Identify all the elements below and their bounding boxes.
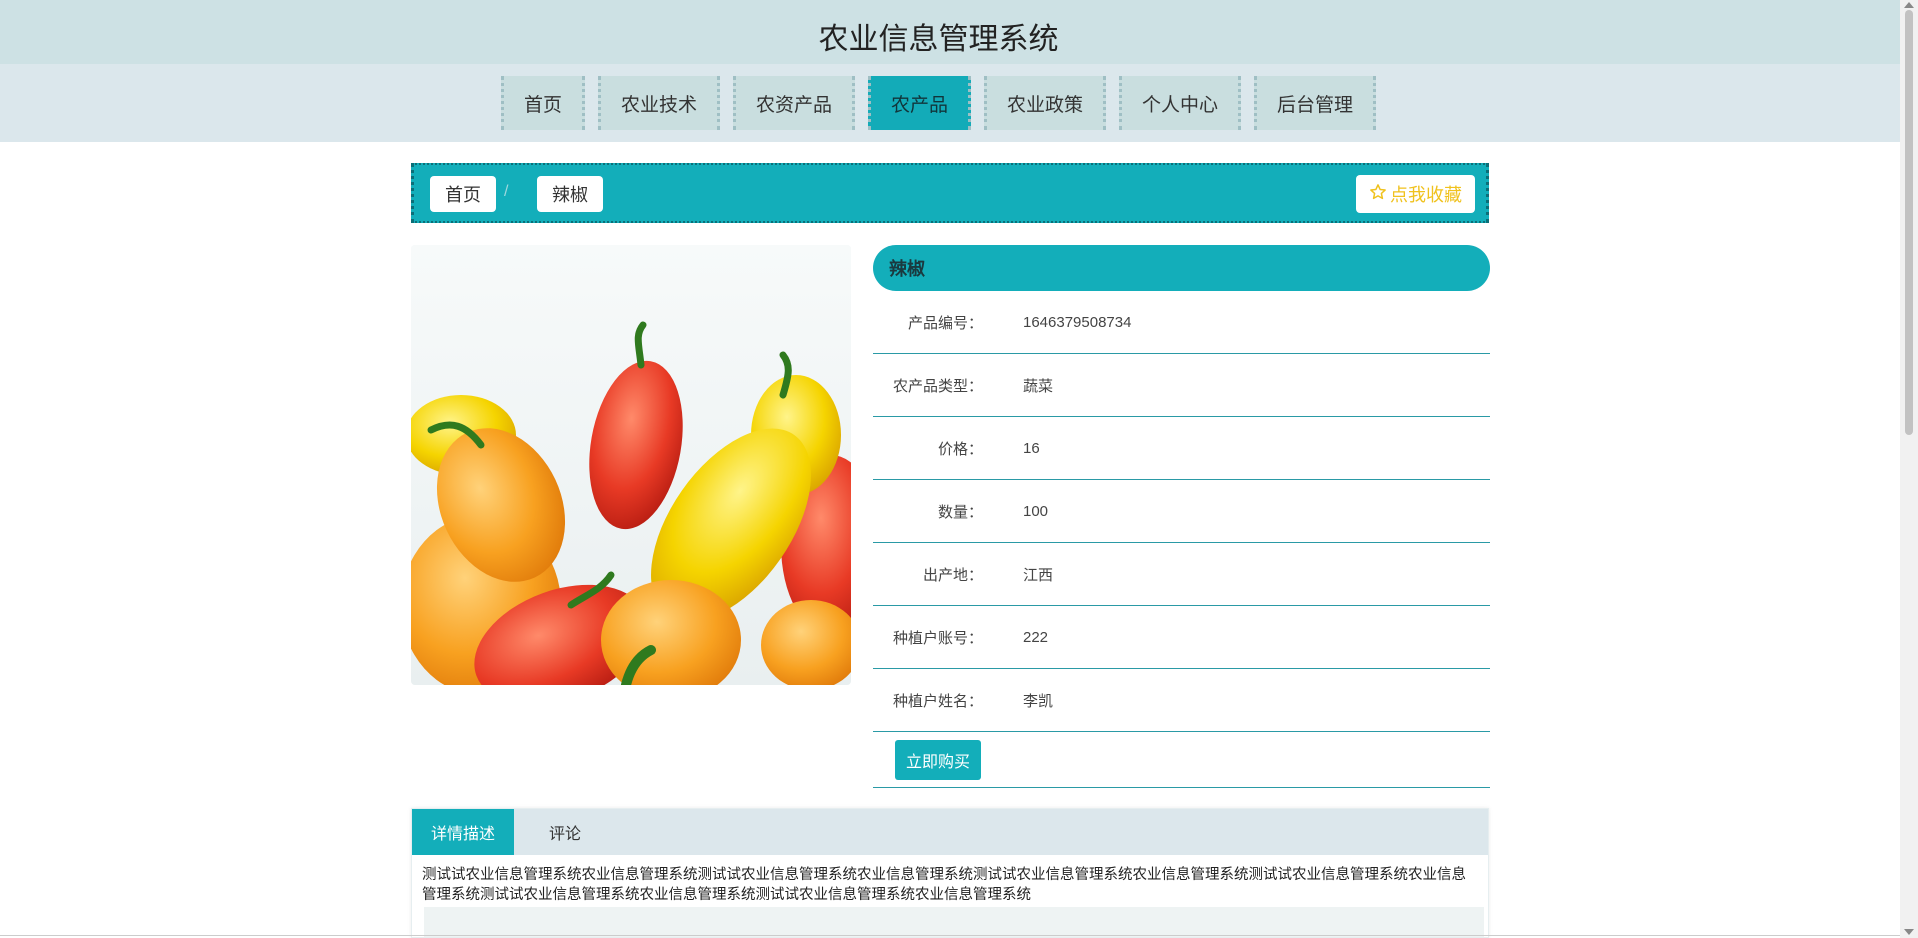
info-label: 种植户账号： xyxy=(892,629,983,647)
info-row-product-id: 产品编号： 1646379508734 xyxy=(873,291,1490,354)
description-text: 测试试农业信息管理系统农业信息管理系统测试试农业信息管理系统农业信息管理系统测试… xyxy=(422,867,1466,903)
nav-item-personal-center[interactable]: 个人中心 xyxy=(1119,76,1242,130)
nav-item-admin[interactable]: 后台管理 xyxy=(1254,76,1377,130)
description-image xyxy=(424,907,1484,937)
info-label: 价格： xyxy=(937,440,983,458)
info-value: 16 xyxy=(1023,439,1040,457)
site-header: 农业信息管理系统 xyxy=(0,0,1900,64)
product-image xyxy=(411,245,851,685)
detail-tabs: 详情描述 评论 测试试农业信息管理系统农业信息管理系统测试试农业信息管理系统农业… xyxy=(411,808,1489,938)
info-label: 出产地： xyxy=(922,566,983,584)
breadcrumb-separator: / xyxy=(504,183,509,200)
favorite-button[interactable]: 点我收藏 xyxy=(1356,175,1475,213)
info-value: 1646379508734 xyxy=(1023,313,1132,331)
nav-item-agri-tech[interactable]: 农业技术 xyxy=(597,76,720,130)
product-info-panel: 辣椒 产品编号： 1646379508734 农产品类型： 蔬菜 价格： 16 … xyxy=(873,245,1490,788)
info-row-grower-account: 种植户账号： 222 xyxy=(873,606,1490,669)
info-row-quantity: 数量： 100 xyxy=(873,480,1490,543)
nav-item-home[interactable]: 首页 xyxy=(500,76,585,130)
info-row-origin: 出产地： 江西 xyxy=(873,543,1490,606)
product-name: 辣椒 xyxy=(873,245,1490,291)
nav-item-agri-policy[interactable]: 农业政策 xyxy=(984,76,1107,130)
nav-item-agri-products[interactable]: 农产品 xyxy=(867,76,971,130)
info-value: 江西 xyxy=(1023,566,1054,584)
star-outline-icon xyxy=(1369,183,1387,206)
favorite-label: 点我收藏 xyxy=(1390,185,1462,205)
info-label: 农产品类型： xyxy=(892,377,983,395)
site-title: 农业信息管理系统 xyxy=(818,23,1059,56)
buy-now-button[interactable]: 立即购买 xyxy=(895,739,982,780)
info-label: 数量： xyxy=(937,503,983,521)
info-row-grower-name: 种植户姓名： 李凯 xyxy=(873,669,1490,732)
info-row-product-type: 农产品类型： 蔬菜 xyxy=(873,354,1490,417)
scrollbar-thumb[interactable] xyxy=(1905,10,1913,435)
info-value: 100 xyxy=(1023,502,1049,520)
tab-bar: 详情描述 评论 xyxy=(412,809,1488,855)
info-value: 李凯 xyxy=(1023,692,1054,710)
tab-comments[interactable]: 评论 xyxy=(514,809,616,855)
tab-description[interactable]: 详情描述 xyxy=(412,809,514,855)
scroll-down-arrow-icon[interactable] xyxy=(1904,929,1914,935)
main-nav: 首页 农业技术 农资产品 农产品 农业政策 个人中心 后台管理 xyxy=(0,64,1900,142)
breadcrumb-home-link[interactable]: 首页 xyxy=(430,176,496,212)
scroll-up-arrow-icon[interactable] xyxy=(1904,2,1914,8)
info-label: 种植户姓名： xyxy=(892,692,983,710)
page-scrollbar[interactable] xyxy=(1900,0,1918,938)
info-value: 蔬菜 xyxy=(1023,377,1054,395)
breadcrumb: 首页 / 辣椒 点我收藏 xyxy=(411,163,1489,223)
divider xyxy=(0,935,1900,936)
breadcrumb-current: 辣椒 xyxy=(537,176,603,212)
nav-item-agri-supplies[interactable]: 农资产品 xyxy=(732,76,855,130)
buy-row: 立即购买 xyxy=(873,732,1490,788)
info-row-price: 价格： 16 xyxy=(873,417,1490,480)
info-value: 222 xyxy=(1023,628,1049,646)
info-label: 产品编号： xyxy=(907,314,983,332)
